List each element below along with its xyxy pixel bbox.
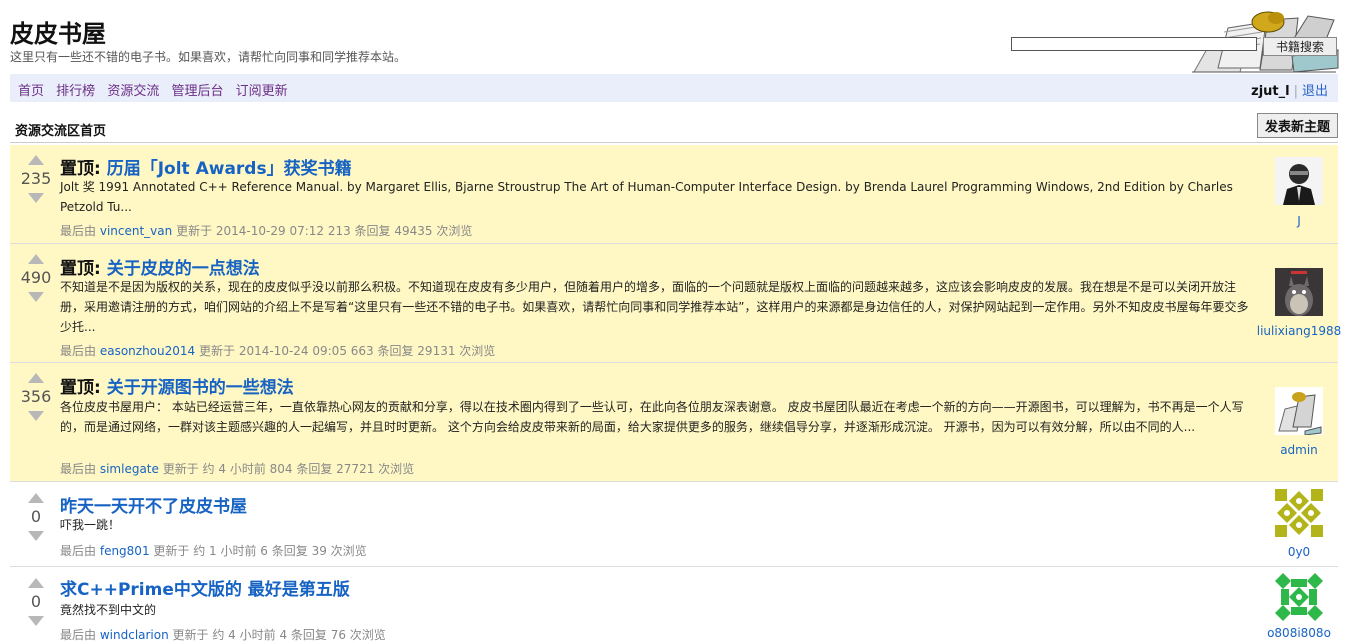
vote-score: 0 (30, 507, 42, 526)
topic-title-link[interactable]: 求C++Prime中文版的 最好是第五版 (60, 580, 350, 600)
downvote-arrow-icon[interactable] (28, 193, 44, 203)
vote-widget: 0 (24, 578, 48, 626)
topic-meta: 最后由 simlegate 更新于 约 4 小时前 804 条回复 27721 … (60, 460, 414, 477)
topic-row: 235 置顶: 历届「Jolt Awards」获奖书籍 Jolt 奖 1991 … (10, 145, 1338, 244)
topic-excerpt: 不知道是不是因为版权的关系，现在的皮皮似乎没以前那么积极。不知道现在皮皮有多少用… (60, 280, 1249, 334)
identicon-avatar-icon[interactable] (1275, 573, 1323, 621)
books-avatar-icon[interactable] (1275, 387, 1323, 435)
nav-separator: | (1293, 84, 1298, 99)
topic-excerpt: 吓我一跳！ (60, 518, 121, 532)
topic-row: 0 求C++Prime中文版的 最好是第五版 竟然找不到中文的 最后由 wind… (10, 567, 1338, 643)
meta-prefix: 最后由 (60, 344, 97, 358)
pinned-prefix: 置顶: (60, 159, 107, 179)
site-title[interactable]: 皮皮书屋 (10, 14, 106, 49)
author-link[interactable]: o808i808o (1250, 626, 1348, 640)
meta-details: 更新于 2014-10-29 07:12 213 条回复 49435 次浏览 (176, 224, 473, 238)
last-reply-user-link[interactable]: windclarion (100, 628, 169, 642)
meta-details: 更新于 2014-10-24 09:05 663 条回复 29131 次浏览 (199, 344, 496, 358)
search-button[interactable]: 书籍搜索 (1263, 37, 1337, 56)
topic-row: 356 置顶: 关于开源图书的一些想法 各位皮皮书屋用户： 本站已经运营三年，一… (10, 363, 1338, 482)
downvote-arrow-icon[interactable] (28, 292, 44, 302)
last-reply-user-link[interactable]: simlegate (100, 462, 159, 476)
upvote-arrow-icon[interactable] (28, 373, 44, 383)
nav-links: 首页 排行榜 资源交流 管理后台 订阅更新 (18, 80, 296, 99)
logout-link[interactable]: 退出 (1302, 84, 1328, 99)
topic-meta: 最后由 feng801 更新于 约 1 小时前 6 条回复 39 次浏览 (60, 542, 367, 559)
portrait-avatar-icon[interactable] (1275, 157, 1323, 205)
last-reply-user-link[interactable]: easonzhou2014 (100, 344, 195, 358)
search-input[interactable] (1011, 37, 1257, 51)
nav-resource-exchange[interactable]: 资源交流 (107, 84, 159, 99)
vote-score: 0 (30, 592, 42, 611)
meta-prefix: 最后由 (60, 224, 97, 238)
vote-score: 356 (20, 387, 52, 406)
topic-row: 490 置顶: 关于皮皮的一点想法 不知道是不是因为版权的关系，现在的皮皮似乎没… (10, 244, 1341, 363)
user-menu: zjut_l | 退出 (1251, 80, 1328, 99)
topic-title-line: 置顶: 关于开源图书的一些想法 (60, 373, 294, 398)
pinned-prefix: 置顶: (60, 259, 107, 279)
meta-details: 更新于 约 4 小时前 804 条回复 27721 次浏览 (162, 462, 415, 476)
topic-meta: 最后由 windclarion 更新于 约 4 小时前 4 条回复 76 次浏览 (60, 626, 386, 643)
last-reply-user-link[interactable]: feng801 (100, 544, 150, 558)
nav-home[interactable]: 首页 (18, 84, 44, 99)
topic-title-line: 置顶: 关于皮皮的一点想法 (60, 254, 260, 279)
topic-meta: 最后由 easonzhou2014 更新于 2014-10-24 09:05 6… (60, 342, 495, 359)
main-nav: 首页 排行榜 资源交流 管理后台 订阅更新 zjut_l | 退出 (10, 74, 1338, 102)
meta-details: 更新于 约 1 小时前 6 条回复 39 次浏览 (153, 544, 367, 558)
topic-title-line: 置顶: 历届「Jolt Awards」获奖书籍 (60, 154, 352, 179)
downvote-arrow-icon[interactable] (28, 531, 44, 541)
author-link[interactable]: admin (1250, 443, 1348, 457)
topic-row: 0 昨天一天开不了皮皮书屋 吓我一跳！ 最后由 feng801 更新于 约 1 … (10, 482, 1338, 567)
vote-widget: 356 (21, 373, 51, 421)
identicon-avatar-icon[interactable] (1275, 489, 1323, 537)
topic-excerpt: Jolt 奖 1991 Annotated C++ Reference Manu… (60, 180, 1233, 214)
author-link[interactable]: liulixiang1988 (1250, 324, 1348, 338)
meta-prefix: 最后由 (60, 544, 97, 558)
section-title: 资源交流区首页 (15, 124, 107, 139)
vote-widget: 235 (21, 155, 51, 203)
meta-prefix: 最后由 (60, 628, 97, 642)
topic-title-link[interactable]: 关于皮皮的一点想法 (107, 259, 260, 279)
upvote-arrow-icon[interactable] (28, 155, 44, 165)
pinned-prefix: 置顶: (60, 378, 107, 398)
topic-title-line: 昨天一天开不了皮皮书屋 (60, 492, 247, 517)
nav-ranking[interactable]: 排行榜 (56, 84, 95, 99)
site-description: 这里只有一些还不错的电子书。如果喜欢，请帮忙向同事和同学推荐本站。 (10, 50, 407, 64)
meta-details: 更新于 约 4 小时前 4 条回复 76 次浏览 (172, 628, 386, 642)
meta-prefix: 最后由 (60, 462, 97, 476)
upvote-arrow-icon[interactable] (28, 493, 44, 503)
upvote-arrow-icon[interactable] (28, 578, 44, 588)
upvote-arrow-icon[interactable] (28, 254, 44, 264)
author-link[interactable]: 0y0 (1250, 545, 1348, 559)
vote-widget: 0 (24, 493, 48, 541)
topic-meta: 最后由 vincent_van 更新于 2014-10-29 07:12 213… (60, 222, 472, 239)
vote-widget: 490 (21, 254, 51, 302)
topic-title-link[interactable]: 昨天一天开不了皮皮书屋 (60, 497, 247, 517)
new-topic-button[interactable]: 发表新主题 (1257, 113, 1338, 138)
nav-admin[interactable]: 管理后台 (171, 84, 223, 99)
totoro-avatar-icon[interactable] (1275, 268, 1323, 316)
topic-excerpt: 竟然找不到中文的 (60, 603, 157, 617)
downvote-arrow-icon[interactable] (28, 411, 44, 421)
vote-score: 490 (20, 268, 52, 287)
downvote-arrow-icon[interactable] (28, 616, 44, 626)
vote-score: 235 (20, 169, 52, 188)
author-link[interactable]: J (1250, 214, 1348, 228)
topic-title-link[interactable]: 历届「Jolt Awards」获奖书籍 (107, 159, 352, 179)
username-link[interactable]: zjut_l (1251, 84, 1289, 99)
topic-title-line: 求C++Prime中文版的 最好是第五版 (60, 575, 350, 600)
topic-title-link[interactable]: 关于开源图书的一些想法 (107, 378, 294, 398)
last-reply-user-link[interactable]: vincent_van (100, 224, 172, 238)
nav-subscribe[interactable]: 订阅更新 (236, 84, 288, 99)
topic-excerpt: 各位皮皮书屋用户： 本站已经运营三年，一直依靠热心网友的贡献和分享，得以在技术圈… (60, 400, 1244, 434)
divider (10, 142, 1338, 143)
